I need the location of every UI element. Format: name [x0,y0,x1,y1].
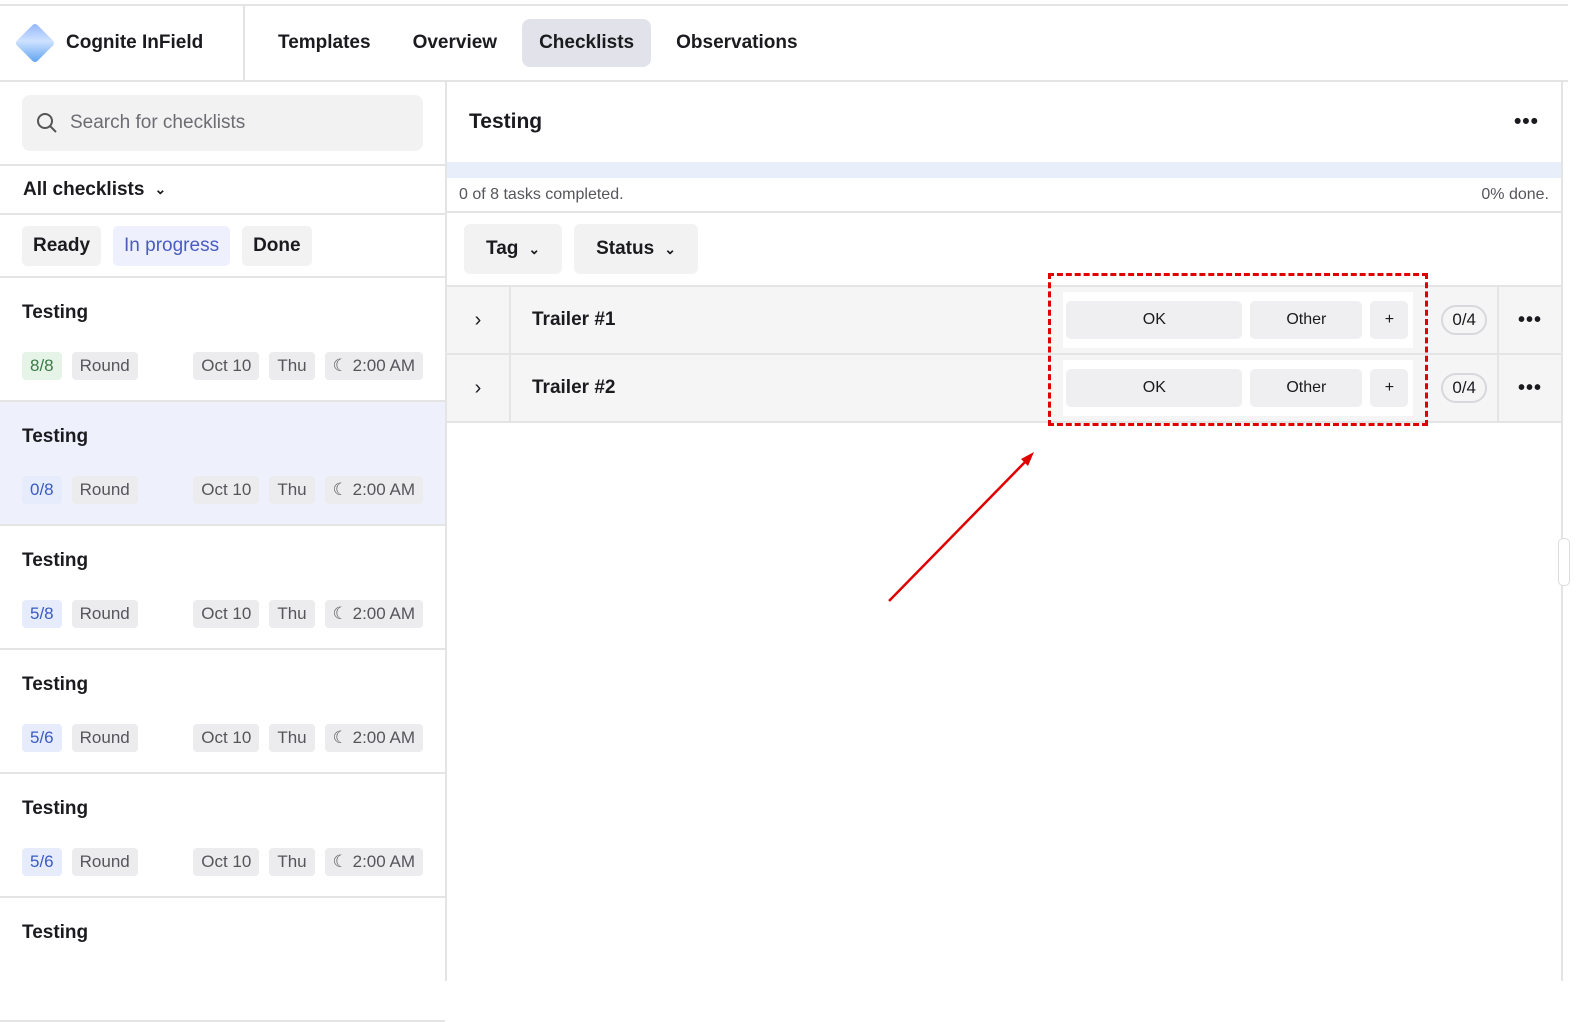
annotation-arrow-icon [888,452,1034,602]
resize-handle[interactable] [1558,538,1570,586]
